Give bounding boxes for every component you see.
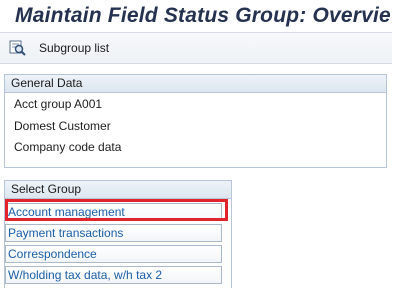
- general-data-header: General Data: [5, 75, 386, 93]
- select-group-header: Select Group: [5, 181, 231, 199]
- description-text: Domest Customer: [14, 119, 111, 133]
- page-title: Maintain Field Status Group: Overview: [15, 4, 397, 27]
- right-edge: [392, 0, 397, 287]
- group-button-account-management[interactable]: Account management: [5, 203, 222, 221]
- subgroup-list-label: Subgroup list: [39, 41, 110, 55]
- acct-group-text: Acct group A001: [14, 97, 103, 111]
- group-button-payment-transactions[interactable]: Payment transactions: [5, 224, 222, 242]
- group-button-correspondence[interactable]: Correspondence: [5, 245, 222, 263]
- application-toolbar: Subgroup list: [0, 33, 397, 64]
- company-code-text: Company code data: [14, 140, 122, 154]
- subgroup-list-button[interactable]: Subgroup list: [8, 37, 109, 59]
- magnifier-list-icon: [8, 38, 28, 58]
- title-bar: Maintain Field Status Group: Overview: [0, 0, 397, 32]
- group-button-withholding-tax[interactable]: W/holding tax data, w/h tax 2: [5, 266, 222, 284]
